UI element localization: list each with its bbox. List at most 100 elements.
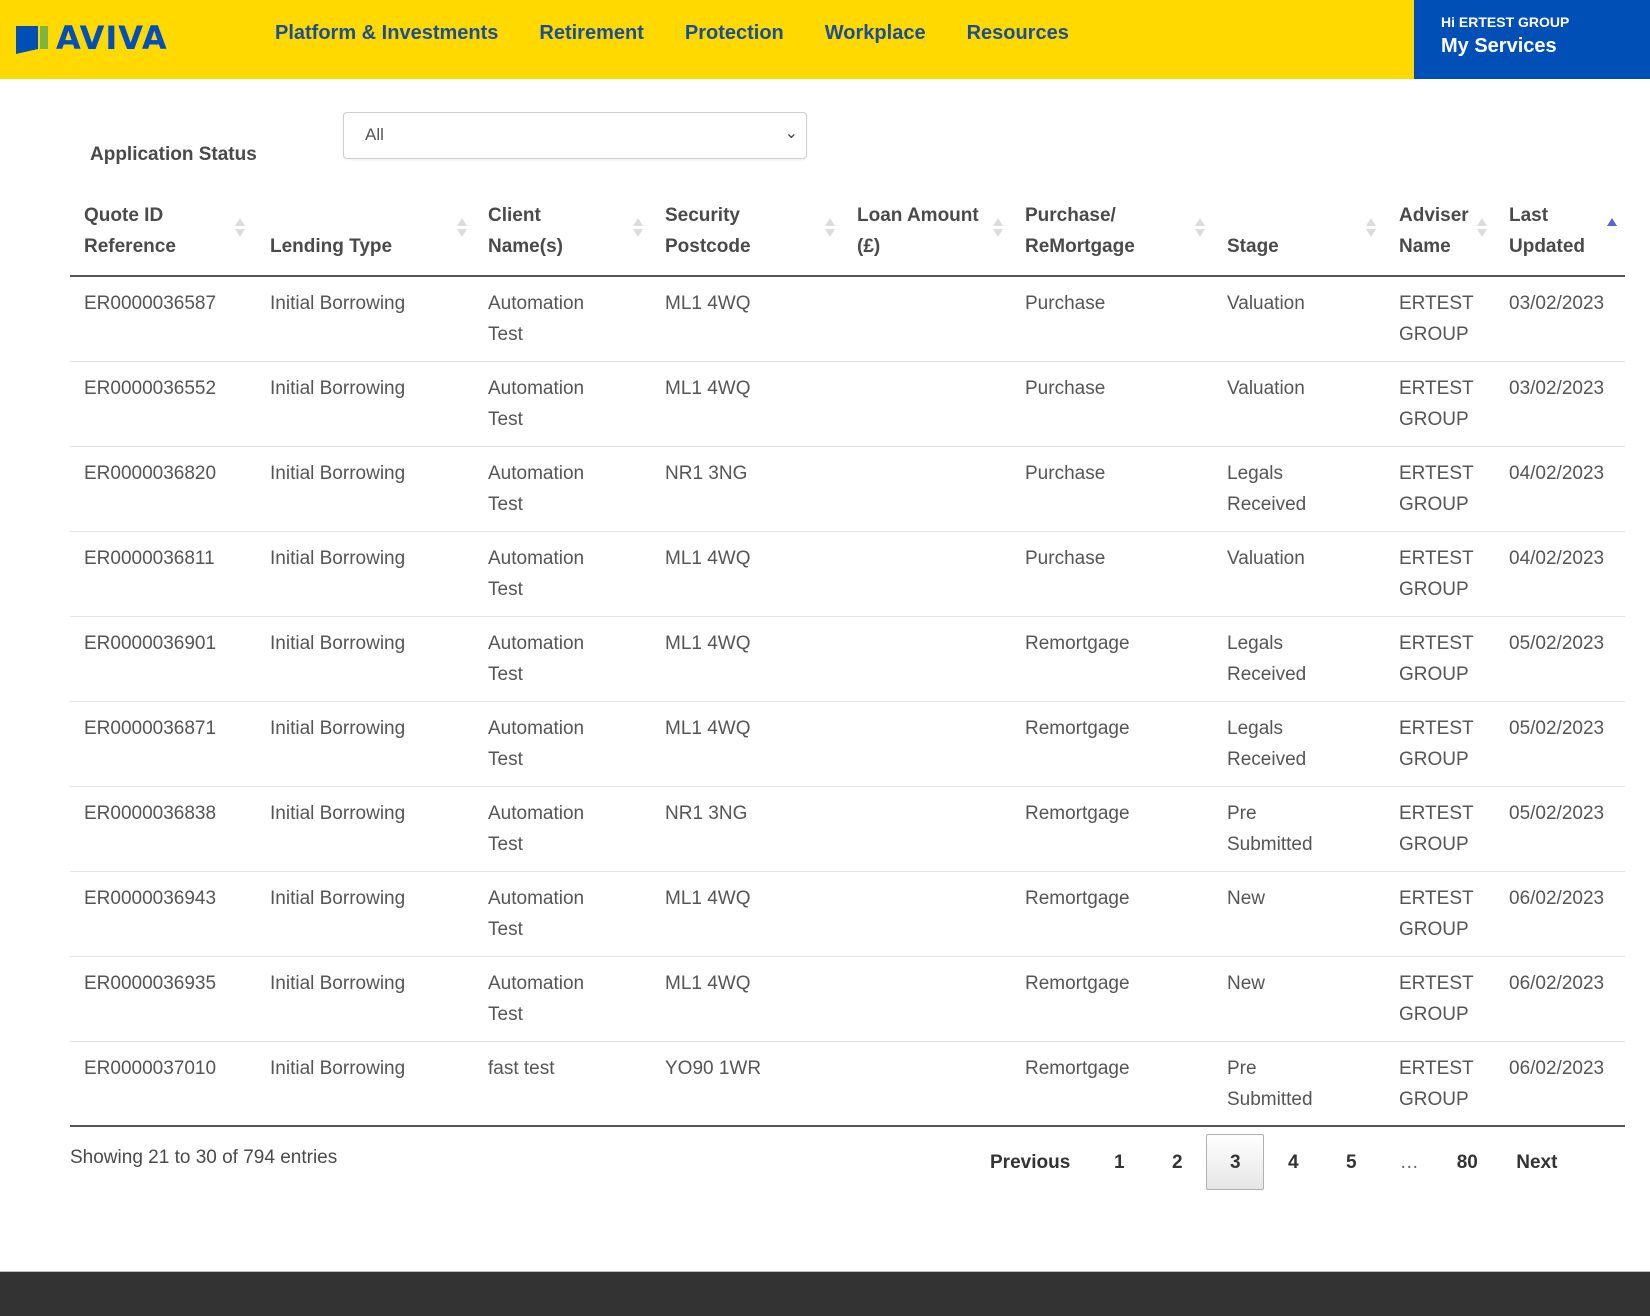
cell-purchase-remortgage: Purchase [1025,548,1106,569]
cell-purchase-remortgage: Remortgage [1025,718,1130,739]
application-status-value: All [365,125,384,144]
sort-icon[interactable] [1195,218,1205,240]
application-status-select[interactable]: All ⌄ [343,112,807,159]
page-button-80[interactable]: 80 [1438,1134,1496,1190]
col-security-postcode[interactable]: Security Postcode [665,200,751,262]
table-body: ER0000036587 Initial Borrowing Automation … [70,277,1625,1127]
table-row[interactable]: ER0000036943 Initial Borrowing Automation … [70,872,1625,957]
cell-quote-id: ER0000036943 [84,888,217,909]
aviva-logo[interactable]: AVIVA [16,19,168,57]
cell-quote-id: ER0000036935 [84,973,217,994]
cell-last-updated: 05/02/2023 [1509,633,1605,654]
cell-purchase-remortgage: Remortgage [1025,1058,1130,1079]
cell-lending-type: Initial Borrowing [270,718,406,739]
page-footer [0,1271,1650,1316]
sort-ascending-icon[interactable] [1607,216,1617,238]
table-row[interactable]: ER0000036820 Initial Borrowing Automation … [70,447,1625,532]
cell-lending-type: Initial Borrowing [270,633,406,654]
col-purchase-remortgage[interactable]: Purchase/ ReMortgage [1025,200,1135,262]
cell-purchase-remortgage: Purchase [1025,463,1106,484]
cell-security-postcode: ML1 4WQ [665,548,751,569]
cell-stage: Pre Submitted [1227,1058,1313,1110]
col-client-names[interactable]: Client Name(s) [488,200,563,262]
cell-lending-type: Initial Borrowing [270,803,406,824]
cell-purchase-remortgage: Remortgage [1025,633,1130,654]
table-row[interactable]: ER0000036871 Initial Borrowing Automation … [70,702,1625,787]
cell-adviser-name: ERTEST GROUP [1399,463,1474,515]
col-quote-id[interactable]: Quote ID Reference [84,200,176,262]
cell-adviser-name: ERTEST GROUP [1399,888,1474,940]
cell-adviser-name: ERTEST GROUP [1399,378,1474,430]
cell-adviser-name: ERTEST GROUP [1399,973,1474,1025]
table-row[interactable]: ER0000036587 Initial Borrowing Automation … [70,277,1625,362]
table-header: Quote ID Reference Lending Type Client N… [70,190,1625,277]
cell-lending-type: Initial Borrowing [270,1058,406,1079]
table-row[interactable]: ER0000036935 Initial Borrowing Automation … [70,957,1625,1042]
cell-stage: Pre Submitted [1227,803,1313,855]
cell-client-names: Automation Test [488,718,585,770]
nav-workplace[interactable]: Workplace [825,22,926,45]
cell-adviser-name: ERTEST GROUP [1399,1058,1474,1110]
cell-stage: New [1227,973,1266,994]
cell-quote-id: ER0000036820 [84,463,217,484]
table-row[interactable]: ER0000036838 Initial Borrowing Automation … [70,787,1625,872]
main-nav: Platform & Investments Retirement Protec… [275,22,1110,45]
page-button-2[interactable]: 2 [1148,1134,1206,1190]
my-services-link[interactable]: My Services [1441,35,1650,58]
cell-client-names: Automation Test [488,973,585,1025]
nav-retirement[interactable]: Retirement [539,22,643,45]
cell-stage: Legals Received [1227,718,1307,770]
cell-quote-id: ER0000036811 [84,548,215,569]
cell-purchase-remortgage: Remortgage [1025,973,1130,994]
cell-last-updated: 05/02/2023 [1509,803,1605,824]
cell-purchase-remortgage: Purchase [1025,293,1106,314]
aviva-logo-icon [16,22,50,54]
cell-adviser-name: ERTEST GROUP [1399,293,1474,345]
page-button-4[interactable]: 4 [1264,1134,1322,1190]
cell-stage: New [1227,888,1266,909]
page-button-1[interactable]: 1 [1090,1134,1148,1190]
table-row[interactable]: ER0000036901 Initial Borrowing Automation … [70,617,1625,702]
nav-platform-investments[interactable]: Platform & Investments [275,22,498,45]
cell-security-postcode: ML1 4WQ [665,718,751,739]
nav-protection[interactable]: Protection [685,22,784,45]
next-page-button[interactable]: Next [1496,1134,1577,1190]
sort-icon[interactable] [457,218,467,240]
sort-icon[interactable] [1366,218,1376,240]
col-lending-type[interactable]: Lending Type [270,231,392,262]
cell-purchase-remortgage: Remortgage [1025,888,1130,909]
logo-text: AVIVA [56,19,168,57]
cell-stage: Valuation [1227,293,1305,314]
col-loan-amount[interactable]: Loan Amount (£) [857,200,979,262]
col-adviser-name[interactable]: Adviser Name [1399,200,1469,262]
top-header: AVIVA Platform & Investments Retirement … [0,0,1650,79]
cell-security-postcode: ML1 4WQ [665,293,751,314]
cell-lending-type: Initial Borrowing [270,973,406,994]
cell-stage: Legals Received [1227,633,1307,685]
previous-page-button[interactable]: Previous [970,1134,1090,1190]
cell-client-names: Automation Test [488,888,585,940]
sort-icon[interactable] [825,218,835,240]
table-row[interactable]: ER0000036552 Initial Borrowing Automation … [70,362,1625,447]
page-button-5[interactable]: 5 [1322,1134,1380,1190]
cell-last-updated: 06/02/2023 [1509,973,1605,994]
cell-client-names: Automation Test [488,633,585,685]
cell-security-postcode: YO90 1WR [665,1058,762,1079]
nav-resources[interactable]: Resources [967,22,1069,45]
cell-client-names: Automation Test [488,293,585,345]
application-status-label: Application Status [90,144,257,165]
sort-icon[interactable] [1477,218,1487,240]
sort-icon[interactable] [633,218,643,240]
table-row[interactable]: ER0000037010 Initial Borrowing fast test YO… [70,1042,1625,1127]
page-button-3-current[interactable]: 3 [1206,1134,1265,1190]
sort-icon[interactable] [235,218,245,240]
cell-last-updated: 04/02/2023 [1509,548,1605,569]
cell-client-names: Automation Test [488,803,585,855]
cell-quote-id: ER0000037010 [84,1058,217,1079]
table-row[interactable]: ER0000036811 Initial Borrowing Automation … [70,532,1625,617]
col-stage[interactable]: Stage [1227,231,1279,262]
account-panel[interactable]: Hi ERTEST GROUP My Services [1414,0,1650,79]
col-last-updated[interactable]: Last Updated [1509,200,1585,262]
sort-icon[interactable] [993,218,1003,240]
cell-adviser-name: ERTEST GROUP [1399,803,1474,855]
